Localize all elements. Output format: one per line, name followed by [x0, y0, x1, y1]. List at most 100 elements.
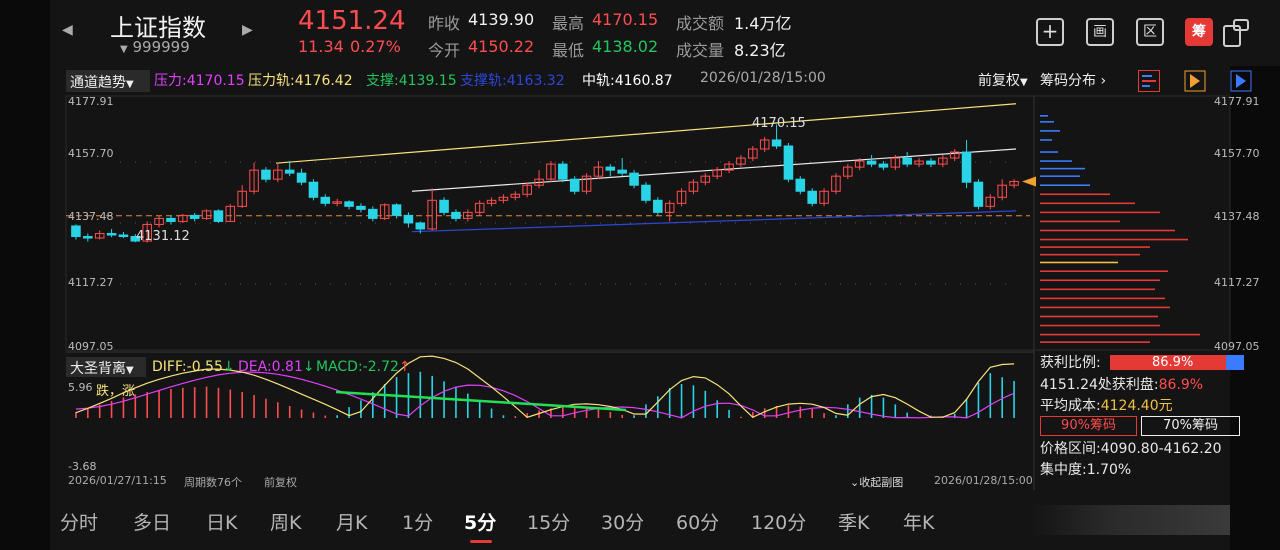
current-price-marker — [1022, 176, 1036, 187]
y-tick-label-right: 4137.48 — [1214, 210, 1260, 223]
candle-body — [118, 234, 129, 238]
tab-1min[interactable]: 1分 — [402, 508, 433, 535]
pressure-rail-line — [275, 103, 1017, 164]
candle-body — [866, 160, 877, 165]
candle-body — [391, 204, 402, 216]
tab-monthly[interactable]: 月K — [336, 508, 367, 535]
candle-body — [213, 210, 224, 222]
chip-bar — [1040, 315, 1158, 318]
profit-ratio-label: 获利比例: — [1040, 355, 1101, 371]
chip-bar — [1040, 324, 1160, 327]
active-tab-indicator — [470, 540, 492, 543]
candle-body — [451, 211, 461, 219]
chip-bar — [1040, 167, 1085, 170]
candle-body — [807, 190, 817, 204]
legend-diff: DIFF:-0.55↓ — [152, 359, 235, 375]
candle-body — [961, 151, 972, 183]
chip-bar — [1040, 306, 1170, 309]
chip70-button[interactable]: 70%筹码 — [1141, 416, 1240, 436]
avg-cost: 平均成本:4124.40元 — [1040, 398, 1173, 414]
candle-body — [569, 178, 580, 192]
candle-body — [878, 163, 889, 168]
candle-body — [795, 178, 806, 192]
price-range: 价格区间:4090.80-4162.20 — [1040, 441, 1222, 457]
chip-bar — [1040, 211, 1160, 214]
tab-intraday[interactable]: 分时 — [60, 508, 98, 535]
y-tick-label: 4177.91 — [68, 95, 114, 108]
candle-body — [356, 205, 366, 210]
candle-body — [926, 160, 936, 165]
candle-body — [261, 169, 271, 180]
sub-indicator-select[interactable]: 大圣背离▼ — [66, 357, 146, 377]
chip-bar — [1040, 253, 1140, 256]
tab-5min[interactable]: 5分 — [464, 508, 496, 535]
support-rail-line — [411, 210, 1017, 233]
candle-body — [308, 181, 319, 198]
chip-bar — [1040, 246, 1150, 248]
y-tick-label-right: 4177.91 — [1214, 95, 1260, 108]
y-tick-label-right: 4157.70 — [1214, 147, 1260, 160]
tab-30min[interactable]: 30分 — [601, 508, 644, 535]
legend-macd: MACD:-2.72↑ — [316, 359, 411, 375]
candle-body — [605, 166, 616, 171]
candle-body — [617, 169, 627, 174]
candle-body — [771, 139, 782, 147]
app-root: ◀ 上证指数 ▼ 999999 ▶ 4151.24 11.34 0.27% 昨收… — [0, 0, 1280, 550]
chip-bar — [1040, 238, 1188, 241]
concentration: 集中度:1.70% — [1040, 462, 1132, 478]
candle-body — [783, 145, 794, 180]
chevron-down-icon: ⌄ — [850, 476, 860, 489]
chip-bar — [1040, 288, 1155, 291]
chip-bar — [1040, 115, 1048, 117]
chip90-button[interactable]: 90%筹码 — [1040, 416, 1137, 436]
tab-15min[interactable]: 15分 — [527, 508, 570, 535]
candle-body — [653, 199, 663, 213]
y-tick-label: 4137.48 — [68, 210, 114, 223]
legend-dea: DEA:0.81↓ — [238, 359, 315, 375]
chip-bar — [1040, 261, 1118, 264]
profit-ratio-value: 86.9% — [1152, 355, 1194, 370]
profit-ratio-bar: 86.9% — [1110, 355, 1244, 370]
candle-body — [344, 201, 354, 207]
tab-quarterly[interactable]: 季K — [838, 508, 869, 535]
y-tick-label-right: 4117.27 — [1214, 276, 1260, 289]
candle-body — [415, 222, 426, 230]
candle-body — [166, 217, 176, 222]
chip-bar — [1040, 139, 1052, 141]
end-time: 2026/01/28/15:00 — [934, 474, 1033, 487]
chip-bar — [1040, 333, 1200, 336]
candle-body — [284, 169, 295, 174]
tab-multiday[interactable]: 多日 — [133, 508, 171, 535]
tab-daily[interactable]: 日K — [206, 508, 237, 535]
sub-top-value: 5.96 — [68, 381, 93, 394]
candle-body — [368, 208, 378, 219]
chip-bar — [1040, 193, 1110, 196]
chip-bar — [1040, 220, 1120, 223]
candle-body — [71, 225, 81, 238]
tab-weekly[interactable]: 周K — [270, 508, 301, 535]
chip-bar — [1040, 184, 1090, 187]
tab-60min[interactable]: 60分 — [676, 508, 719, 535]
chip-bar — [1040, 270, 1168, 273]
y-tick-label-right: 4097.05 — [1214, 340, 1260, 353]
candle-body — [320, 196, 331, 204]
candle-body — [106, 233, 117, 236]
chip-bar — [1040, 297, 1165, 300]
period-high-label: 4170.15 — [752, 116, 806, 131]
chip-bar — [1040, 175, 1080, 177]
candle-body — [189, 214, 200, 219]
chip-bar — [1040, 151, 1058, 153]
period-count: 周期数76个 — [184, 476, 242, 489]
dropdown-caret-icon: ▼ — [126, 365, 134, 376]
chip-bar — [1040, 341, 1150, 343]
chip-bar — [1040, 130, 1060, 132]
tab-yearly[interactable]: 年K — [903, 508, 934, 535]
candle-body — [439, 199, 449, 213]
period-low-label: 4131.12 — [136, 229, 190, 244]
signal-text: 跌，涨 — [96, 384, 136, 399]
y-tick-label: 4117.27 — [68, 276, 114, 289]
candle-body — [83, 236, 93, 239]
tab-120min[interactable]: 120分 — [751, 508, 806, 535]
y-tick-label: 4097.05 — [68, 340, 114, 353]
collapse-sub-button[interactable]: ⌄收起副图 — [850, 474, 903, 490]
